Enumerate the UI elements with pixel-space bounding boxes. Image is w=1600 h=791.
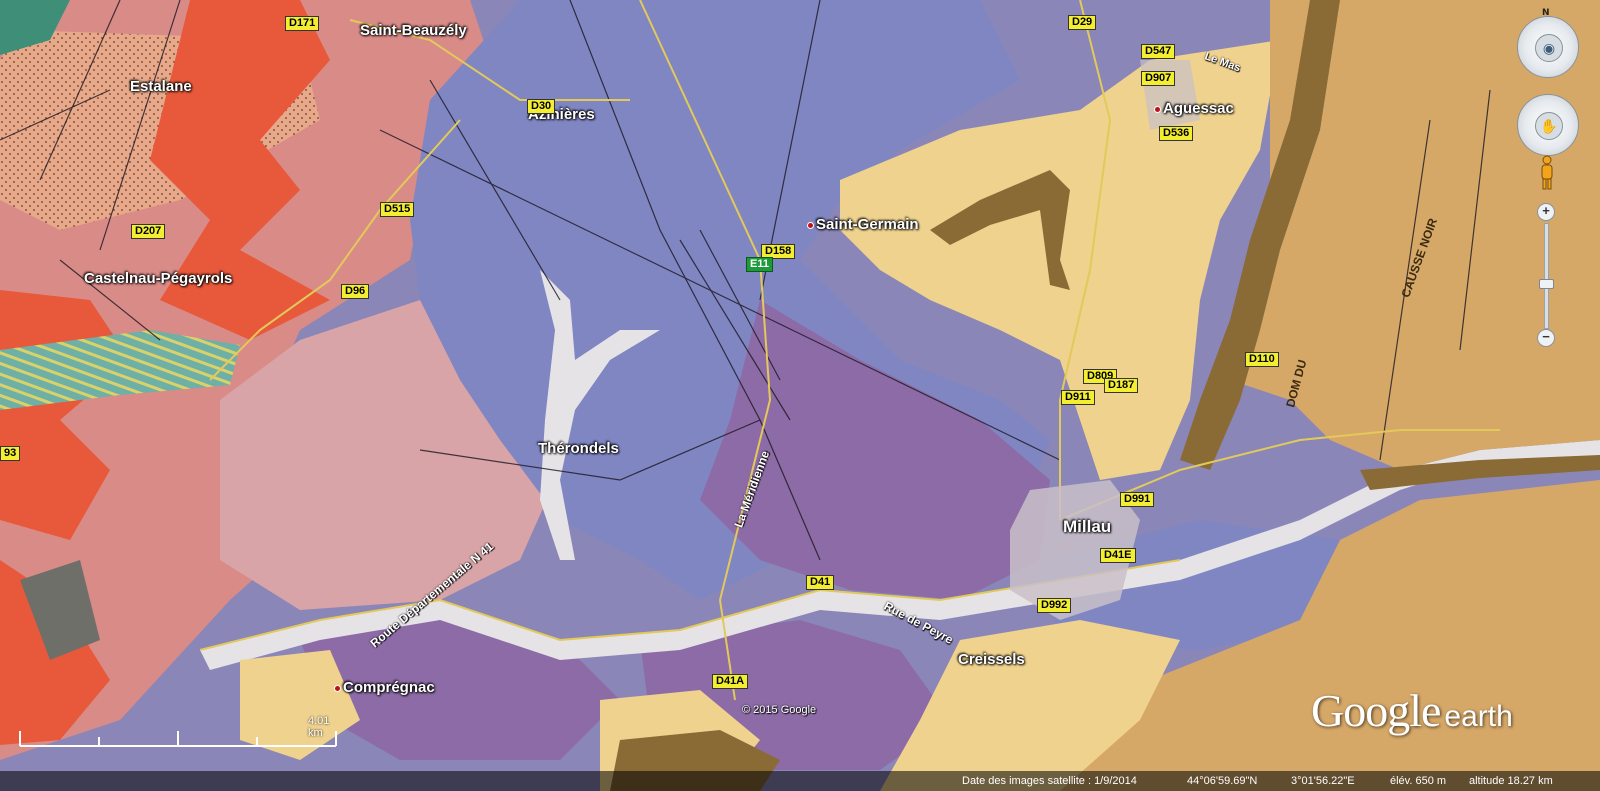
logo-earth: earth xyxy=(1444,700,1513,733)
road-shield-d547[interactable]: D547 xyxy=(1141,44,1176,59)
place-label: Aguessac xyxy=(1163,100,1234,117)
road-shield-d907[interactable]: D907 xyxy=(1141,71,1176,86)
scale-label: 4.01 km xyxy=(308,715,330,739)
place-label: Saint-Beauzély xyxy=(360,22,467,39)
place-label: Millau xyxy=(1063,517,1112,536)
road-shield-d29[interactable]: D29 xyxy=(1068,15,1097,30)
road-shield-d41[interactable]: D41 xyxy=(806,575,835,590)
copyright-notice: © 2015 Google xyxy=(742,704,817,716)
look-control[interactable]: ◉ xyxy=(1517,16,1579,78)
scale-bar: 4.01 km xyxy=(18,715,338,749)
road-shield-d30[interactable]: D30 xyxy=(527,99,556,114)
place-label: Thérondels xyxy=(538,440,619,457)
zoom-slider[interactable]: + − xyxy=(1536,203,1556,348)
road-shield-d991[interactable]: D991 xyxy=(1120,492,1155,507)
road-shield-d207[interactable]: D207 xyxy=(131,224,166,239)
longitude-readout: 3°01'56.22"E xyxy=(1291,775,1355,787)
road-shield-d41a[interactable]: D41A xyxy=(712,674,749,689)
latitude-readout: 44°06'59.69"N xyxy=(1187,775,1258,787)
place-millau[interactable]: Millau xyxy=(1063,517,1111,537)
road-shield-e11[interactable]: E11 xyxy=(746,257,773,272)
place-castelnau-pegayrols[interactable]: Castelnau-Pégayrols xyxy=(84,270,232,287)
road-shield-d110[interactable]: D110 xyxy=(1245,352,1279,367)
place-marker-icon xyxy=(808,222,813,228)
road-shield-d41e[interactable]: D41E xyxy=(1100,548,1136,563)
eye-icon[interactable]: ◉ xyxy=(1535,34,1563,62)
geologic-map[interactable] xyxy=(0,0,1600,791)
place-estalane[interactable]: Estalane xyxy=(130,78,192,95)
road-shield-d187[interactable]: D187 xyxy=(1104,378,1139,393)
place-marker-icon xyxy=(335,685,340,691)
place-creissels[interactable]: Creissels xyxy=(958,651,1025,668)
road-shield-d96[interactable]: D96 xyxy=(341,284,370,299)
imagery-date: Date des images satellite : 1/9/2014 xyxy=(962,775,1137,787)
navigation-controls: N ◉ ✋ + − xyxy=(1512,8,1582,350)
place-label: Creissels xyxy=(958,651,1025,668)
place-saint-beauzely[interactable]: Saint-Beauzély xyxy=(360,22,467,39)
eye-altitude-readout: altitude 18.27 km xyxy=(1469,775,1553,787)
status-bar: Date des images satellite : 1/9/2014 44°… xyxy=(0,771,1600,791)
road-shield-d171[interactable]: D171 xyxy=(285,16,320,31)
place-label: Castelnau-Pégayrols xyxy=(84,270,233,287)
place-compregnac[interactable]: Comprégnac xyxy=(335,679,435,696)
place-label: Comprégnac xyxy=(343,679,435,696)
logo-google: Google xyxy=(1311,685,1441,736)
road-shield-d536[interactable]: D536 xyxy=(1159,126,1194,141)
street-view-pegman-icon[interactable] xyxy=(1538,155,1556,191)
zoom-in-button[interactable]: + xyxy=(1537,203,1555,221)
place-aguessac[interactable]: Aguessac xyxy=(1155,100,1234,117)
place-marker-icon xyxy=(1155,106,1160,112)
move-control[interactable]: ✋ xyxy=(1517,94,1579,156)
zoom-track[interactable] xyxy=(1544,223,1549,329)
road-shield-93[interactable]: 93 xyxy=(0,446,21,461)
road-shield-d992[interactable]: D992 xyxy=(1037,598,1072,613)
scale-ruler xyxy=(19,731,337,747)
zoom-out-button[interactable]: − xyxy=(1537,329,1555,347)
place-saint-germain[interactable]: Saint-Germain xyxy=(808,216,919,233)
elevation-readout: élév. 650 m xyxy=(1390,775,1447,787)
road-shield-d515[interactable]: D515 xyxy=(380,202,415,217)
google-earth-logo: Google earth xyxy=(1311,684,1513,737)
place-therondels[interactable]: Thérondels xyxy=(538,440,619,457)
place-label: Saint-Germain xyxy=(816,216,919,233)
place-label: Estalane xyxy=(130,78,192,95)
zoom-thumb[interactable] xyxy=(1539,278,1554,289)
road-shield-d911[interactable]: D911 xyxy=(1061,390,1095,405)
hand-icon[interactable]: ✋ xyxy=(1535,112,1563,140)
